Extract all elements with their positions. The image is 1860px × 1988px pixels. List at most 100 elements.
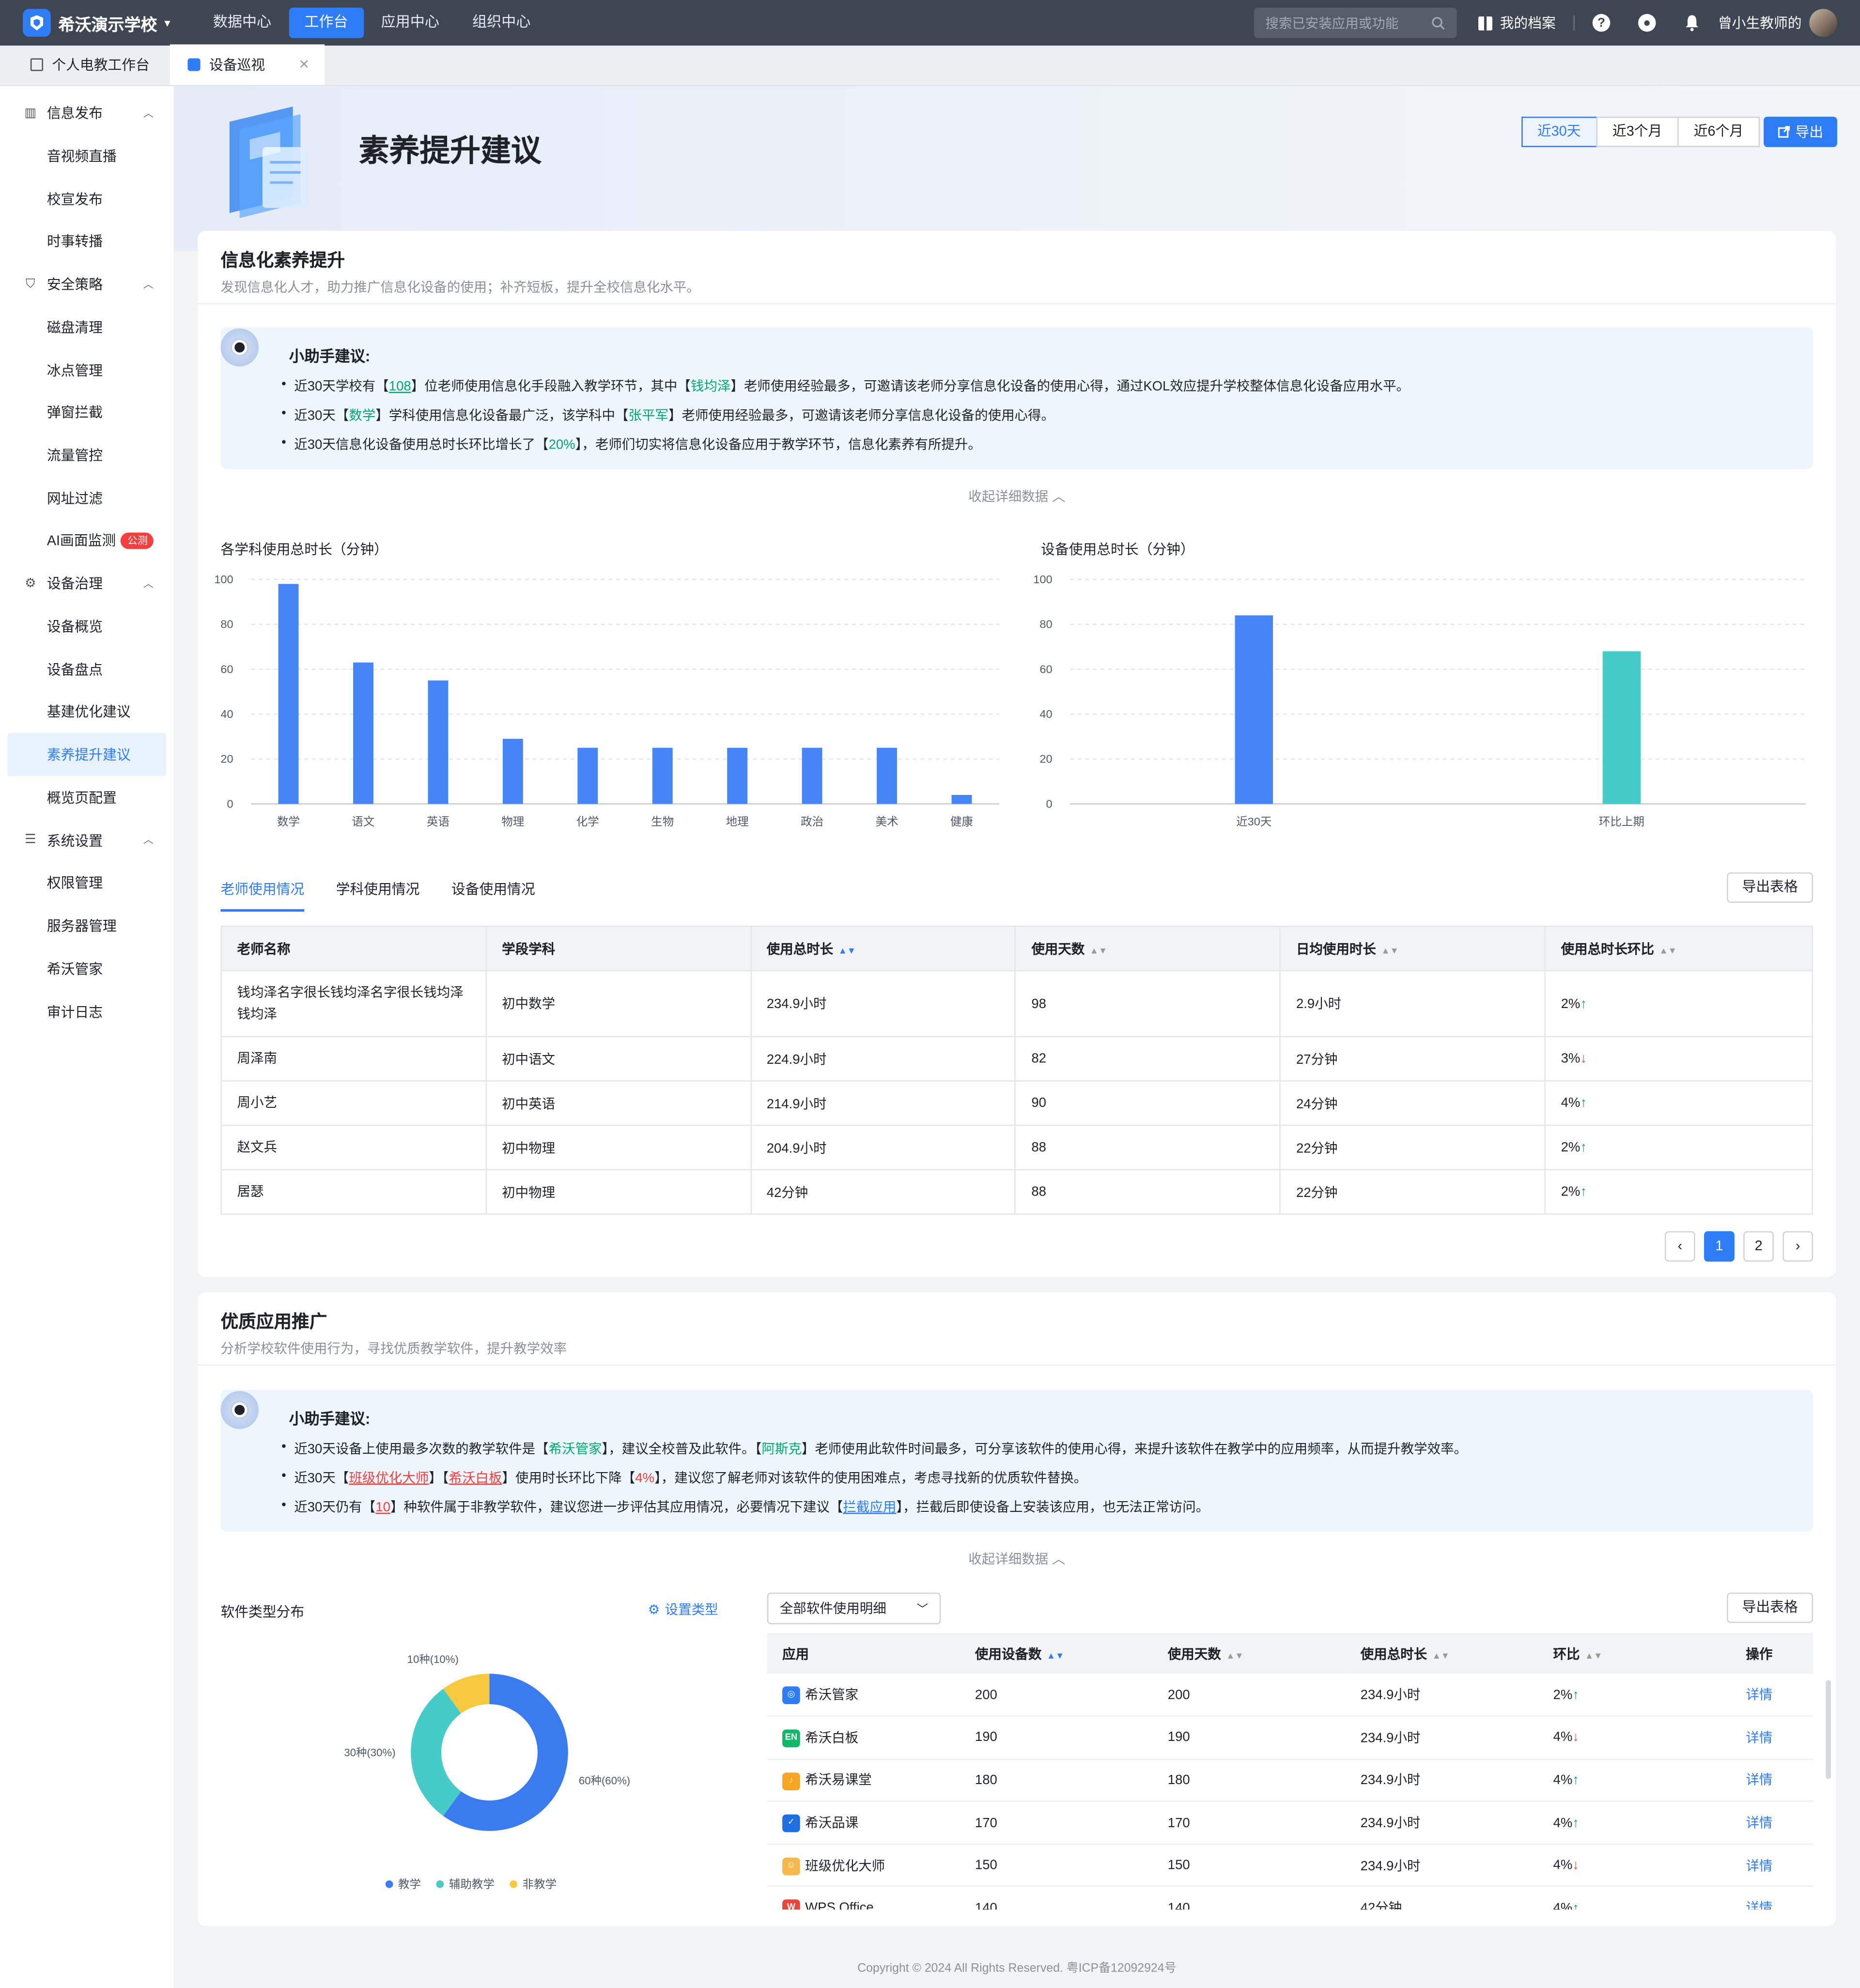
- cell-days: 180: [1152, 1759, 1346, 1802]
- page-1[interactable]: 1: [1704, 1231, 1735, 1262]
- help-icon[interactable]: ?: [1592, 14, 1611, 32]
- sidebar-item-campus-publish[interactable]: 校宣发布: [0, 177, 174, 220]
- tip-highlight[interactable]: 希沃白板: [449, 1471, 502, 1486]
- tab-device-usage[interactable]: 设备使用情况: [451, 879, 535, 912]
- tab-subject-usage[interactable]: 学科使用情况: [336, 879, 420, 912]
- table-row: ✓ 希沃品课 170 170 234.9小时 4%↑ 详情: [767, 1802, 1814, 1845]
- col-total[interactable]: 使用总时长 ▲▼: [1345, 1633, 1538, 1674]
- sidebar-item-news-relay[interactable]: 时事转播: [0, 220, 174, 263]
- shield-icon: ⛉: [26, 277, 35, 291]
- prev-page-button[interactable]: ‹: [1664, 1231, 1695, 1262]
- sidebar-item-traffic[interactable]: 流量管控: [0, 434, 174, 477]
- sidebar-item-permissions[interactable]: 权限管理: [0, 862, 174, 904]
- sidebar-item-url-filter[interactable]: 网址过滤: [0, 477, 174, 519]
- sidebar-group-info-publish[interactable]: ▥ 信息发布 ︿: [0, 91, 174, 134]
- sidebar-group-security[interactable]: ⛉ 安全策略 ︿: [0, 263, 174, 306]
- range-3-months[interactable]: 近3个月: [1596, 116, 1679, 147]
- bell-icon[interactable]: [1684, 14, 1700, 32]
- sort-icon[interactable]: ▲▼: [1381, 947, 1398, 955]
- sidebar-item-literacy-advice[interactable]: 素养提升建议: [7, 733, 166, 776]
- col-days[interactable]: 使用天数 ▲▼: [1015, 925, 1281, 972]
- tip-highlight[interactable]: 10: [375, 1500, 390, 1515]
- col-devices[interactable]: 使用设备数 ▲▼: [960, 1633, 1153, 1674]
- sidebar-item-inventory[interactable]: 设备盘点: [0, 648, 174, 690]
- sidebar-item-popup-block[interactable]: 弹窗拦截: [0, 391, 174, 434]
- assistant-eye-icon: [220, 328, 259, 367]
- collapse-toggle[interactable]: 收起详细数据 ︿: [198, 487, 1836, 506]
- close-icon[interactable]: ✕: [299, 58, 310, 72]
- sort-icon[interactable]: ▲▼: [1659, 947, 1676, 955]
- page-2[interactable]: 2: [1743, 1231, 1774, 1262]
- nav-org-center[interactable]: 组织中心: [457, 8, 546, 38]
- tab-bar: 个人电教工作台 设备巡视 ✕: [0, 44, 1860, 86]
- tip-highlight[interactable]: 班级优化大师: [349, 1471, 429, 1486]
- nav-workbench[interactable]: 工作台: [289, 7, 363, 38]
- avatar[interactable]: [1809, 9, 1837, 37]
- sidebar-item-live[interactable]: 音视频直播: [0, 134, 174, 177]
- sidebar-item-audit-log[interactable]: 审计日志: [0, 990, 174, 1033]
- school-switcher[interactable]: 希沃演示学校 ▼: [23, 9, 187, 37]
- set-type-button[interactable]: ⚙ 设置类型: [648, 1600, 718, 1619]
- sidebar-group-system[interactable]: ☰ 系统设置 ︿: [0, 819, 174, 862]
- tip-highlight: 20%: [548, 437, 575, 453]
- sidebar-item-servers[interactable]: 服务器管理: [0, 904, 174, 947]
- cell-subject: 初中物理: [485, 1169, 752, 1215]
- col-days[interactable]: 使用天数 ▲▼: [1152, 1633, 1346, 1674]
- search-input[interactable]: 搜索已安装应用或功能: [1254, 7, 1457, 38]
- sidebar-item-infra-advice[interactable]: 基建优化建议: [0, 690, 174, 733]
- collapse-toggle[interactable]: 收起详细数据 ︿: [198, 1550, 1836, 1569]
- range-6-months[interactable]: 近6个月: [1677, 116, 1760, 147]
- col-total[interactable]: 使用总时长 ▲▼: [750, 925, 1016, 972]
- sort-icon[interactable]: ▲▼: [1226, 1651, 1243, 1660]
- settings-icon[interactable]: ●: [1638, 14, 1656, 32]
- detail-link[interactable]: 详情: [1731, 1674, 1814, 1717]
- table-scrollbar[interactable]: [1826, 1680, 1831, 1779]
- export-table-button[interactable]: 导出表格: [1727, 1592, 1814, 1623]
- sort-icon[interactable]: ▲▼: [838, 947, 856, 955]
- block-app-link[interactable]: 拦截应用: [843, 1500, 896, 1515]
- sidebar-item-disk-clean[interactable]: 磁盘清理: [0, 306, 174, 348]
- detail-link[interactable]: 详情: [1731, 1716, 1814, 1760]
- sidebar-item-device-overview[interactable]: 设备概览: [0, 605, 174, 648]
- sort-icon[interactable]: ▲▼: [1585, 1651, 1602, 1660]
- detail-link[interactable]: 详情: [1731, 1802, 1814, 1845]
- col-ratio[interactable]: 环比 ▲▼: [1538, 1633, 1731, 1674]
- software-table: 应用 使用设备数 ▲▼ 使用天数 ▲▼ 使用总时长 ▲▼ 环比 ▲▼ 操作 ◎ 希沃管家 2…: [767, 1633, 1814, 1926]
- cell-days: 150: [1152, 1844, 1346, 1888]
- sidebar-item-seewo-manager[interactable]: 希沃管家: [0, 947, 174, 990]
- sidebar-item-overview-config[interactable]: 概览页配置: [0, 776, 174, 819]
- software-detail-select[interactable]: 全部软件使用明细 ﹀: [767, 1592, 941, 1625]
- sidebar-group-device[interactable]: ⚙ 设备治理 ︿: [0, 562, 174, 605]
- table-row: 赵文兵 初中物理 204.9小时 88 22分钟 2%↑: [220, 1124, 1814, 1171]
- sidebar-item-freeze[interactable]: 冰点管理: [0, 348, 174, 391]
- tab-teacher-usage[interactable]: 老师使用情况: [220, 879, 305, 912]
- bar: [577, 747, 598, 804]
- detail-link[interactable]: 详情: [1731, 1844, 1814, 1888]
- sidebar-item-ai-monitor[interactable]: AI画面监测 公测: [0, 519, 174, 562]
- chevron-up-icon: ︿: [1052, 489, 1066, 505]
- tab-personal-workbench[interactable]: 个人电教工作台: [0, 45, 170, 85]
- bar: [652, 747, 673, 804]
- bar: [278, 584, 299, 804]
- tip-highlight: 数学: [349, 408, 376, 424]
- range-30-days[interactable]: 近30天: [1520, 116, 1597, 147]
- sort-icon[interactable]: ▲▼: [1047, 1651, 1064, 1660]
- app-icon: EN: [782, 1729, 800, 1748]
- tip-highlight[interactable]: 108: [389, 379, 411, 394]
- col-ratio[interactable]: 使用总时长环比 ▲▼: [1544, 925, 1814, 972]
- tab-device-patrol[interactable]: 设备巡视 ✕: [170, 44, 325, 85]
- search-icon: [1432, 16, 1445, 30]
- detail-link[interactable]: 详情: [1731, 1759, 1814, 1802]
- my-files-link[interactable]: 我的档案: [1477, 13, 1556, 33]
- col-avg[interactable]: 日均使用时长 ▲▼: [1279, 925, 1546, 972]
- nav-data-center[interactable]: 数据中心: [198, 8, 286, 38]
- sort-icon[interactable]: ▲▼: [1090, 947, 1107, 955]
- sort-icon[interactable]: ▲▼: [1432, 1651, 1450, 1660]
- apps-card: 优质应用推广 分析学校软件使用行为，寻找优质教学软件，提升教学效率 小助手建议:…: [198, 1292, 1836, 1926]
- export-button[interactable]: 导出: [1764, 116, 1837, 147]
- user-name[interactable]: 曾小生教师的: [1718, 13, 1802, 33]
- export-table-button[interactable]: 导出表格: [1727, 872, 1814, 903]
- next-page-button[interactable]: ›: [1782, 1231, 1814, 1262]
- assistant-tip: 小助手建议: 近30天设备上使用最多次数的教学软件是【希沃管家】，建议全校普及此…: [220, 1389, 1814, 1532]
- nav-app-center[interactable]: 应用中心: [366, 8, 454, 38]
